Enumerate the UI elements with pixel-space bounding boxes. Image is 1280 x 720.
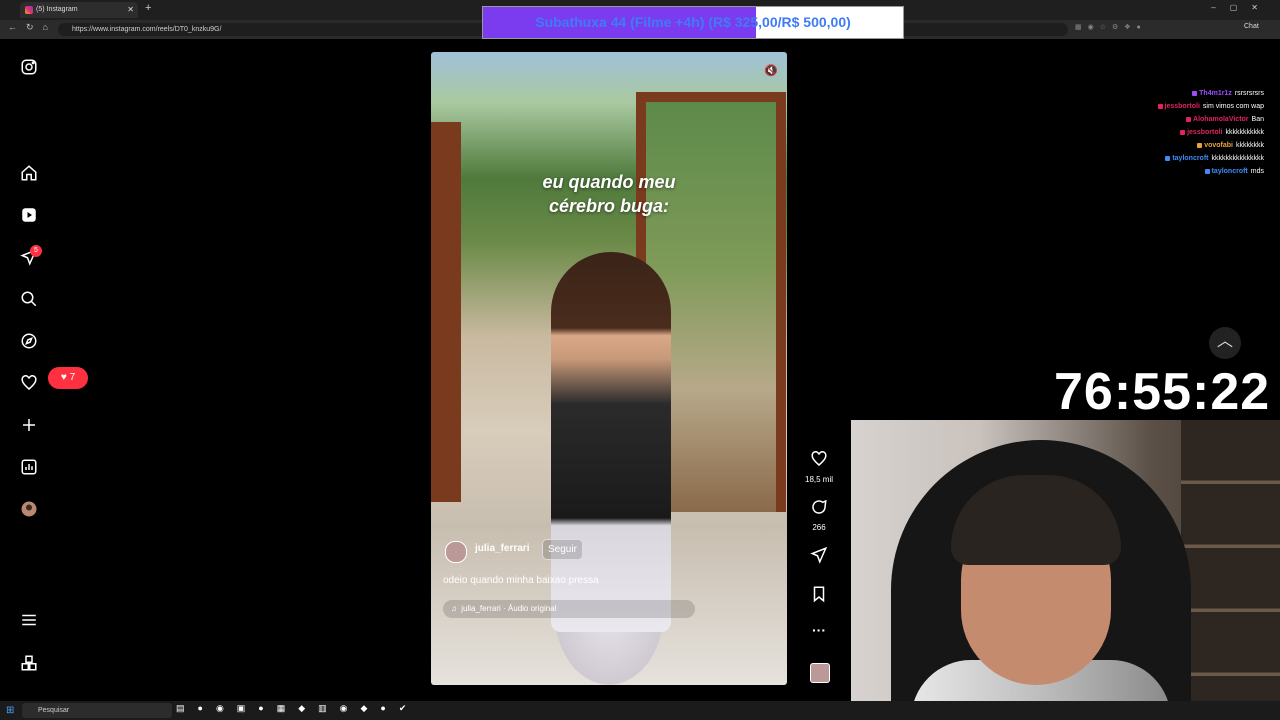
author-avatar[interactable]: [445, 541, 467, 563]
instagram-favicon-icon: [25, 6, 33, 14]
search-icon[interactable]: [19, 289, 39, 309]
chat-badge-icon: [1192, 90, 1198, 96]
chat-text: Ban: [1251, 116, 1264, 123]
menu-icon[interactable]: [19, 610, 39, 630]
browser-tab[interactable]: (5) Instagram ✕: [20, 2, 138, 18]
follow-button[interactable]: Seguir: [542, 539, 583, 560]
chat-username: AlohamolaVictor: [1193, 116, 1249, 123]
webcam-shelf: [1181, 420, 1280, 720]
tab-title: (5) Instagram: [36, 6, 78, 13]
profile-avatar[interactable]: [19, 499, 39, 519]
chat-message: tayloncroft kkkkkkkkkkkkkkk: [1044, 152, 1264, 165]
close-tab-icon[interactable]: ✕: [127, 2, 134, 18]
chat-badge-icon: [1180, 129, 1186, 135]
chat-text: kkkkkkkk: [1236, 142, 1264, 149]
share-action[interactable]: [805, 546, 833, 569]
chevron-up-icon: ︿: [1216, 333, 1233, 350]
heart-icon[interactable]: [19, 373, 39, 393]
chat-username: Th4m1r1z: [1199, 90, 1232, 97]
subathon-timer: 76:55:22: [1054, 363, 1271, 421]
chat-username: tayloncroft: [1211, 168, 1248, 175]
stream-chat-overlay: Th4m1r1z rsrsrsrsrs jessbortoli sim vimos c…: [1044, 87, 1264, 178]
chat-message: tayloncroft mds: [1044, 165, 1264, 178]
explore-icon[interactable]: [19, 331, 39, 351]
navigation-buttons[interactable]: ←↻⌂: [8, 22, 57, 33]
share-icon: [810, 546, 828, 564]
comment-action[interactable]: 266: [805, 498, 833, 532]
dashboard-icon[interactable]: [19, 457, 39, 477]
reels-icon[interactable]: [19, 205, 39, 225]
likes-count: 7: [69, 372, 76, 383]
more-apps-icon[interactable]: [19, 653, 39, 673]
more-options-icon[interactable]: ···: [805, 622, 833, 638]
chat-message: Th4m1r1z rsrsrsrsrs: [1044, 87, 1264, 100]
like-action[interactable]: 18,5 mil: [805, 450, 833, 484]
taskbar-search[interactable]: Pesquisar: [22, 703, 172, 718]
new-tab-icon[interactable]: +: [145, 2, 151, 14]
chat-badge-icon: [1157, 103, 1163, 109]
url-text: https://www.instagram.com/reels/DT0_knzk…: [72, 26, 222, 33]
chat-button[interactable]: Chat: [1244, 23, 1259, 30]
chat-username: tayloncroft: [1172, 155, 1209, 162]
chat-message: jessbortoli kkkkkkkkkkk: [1044, 126, 1264, 139]
comment-count: 266: [812, 523, 826, 532]
chat-badge-icon: [1186, 116, 1192, 122]
chat-badge-icon: [1165, 155, 1171, 161]
chat-message: jessbortoli sim vimos com wap: [1044, 100, 1264, 113]
like-count: 18,5 mil: [805, 475, 834, 484]
likes-notification-pill[interactable]: ♥ 7: [48, 367, 88, 389]
reel-description: odeio quando minha baixao pressa: [443, 575, 599, 586]
chat-badge-icon: [1197, 142, 1203, 148]
chat-text: mds: [1250, 168, 1264, 175]
audio-label: julia_ferrari · Áudio original: [461, 604, 557, 613]
video-caption-line1: eu quando meu: [542, 172, 676, 192]
music-note-icon: ♫: [451, 604, 457, 613]
save-action[interactable]: [805, 585, 833, 608]
notifications-badge: 5: [30, 245, 42, 257]
create-icon[interactable]: [19, 415, 39, 435]
extension-icons[interactable]: ▦◉☆⚙❖●: [1075, 23, 1235, 36]
video-caption-line2: cérebro buga:: [548, 196, 670, 216]
like-heart-icon: [811, 451, 827, 466]
bookmark-icon: [813, 586, 825, 603]
mute-icon[interactable]: 🔇: [764, 64, 778, 77]
chat-message: AlohamolaVictor Ban: [1044, 113, 1264, 126]
heart-filled-icon: ♥: [60, 372, 67, 383]
video-caption: eu quando meu cérebro buga:: [431, 170, 787, 218]
instagram-logo-icon[interactable]: [19, 57, 39, 77]
chat-badge-icon: [1204, 168, 1210, 174]
chat-message: vovofabi kkkkkkkk: [1044, 139, 1264, 152]
window-controls[interactable]: –▢✕: [1211, 3, 1272, 12]
donation-goal-bar: Subathuxa 44 (Filme +4h) (R$ 325,00/R$ 5…: [482, 6, 904, 39]
author-username[interactable]: julia_ferrari: [475, 543, 529, 554]
goal-text: Subathuxa 44 (Filme +4h) (R$ 325,00/R$ 5…: [535, 14, 851, 30]
chat-username: jessbortoli: [1187, 129, 1223, 136]
taskbar-app-icons[interactable]: ▤●◉▣●▦◆▥◉◆●✔: [176, 703, 419, 714]
audio-link[interactable]: ♫ julia_ferrari · Áudio original: [443, 600, 695, 618]
reel-video[interactable]: eu quando meu cérebro buga: 🔇 julia_ferr…: [431, 52, 787, 685]
chat-username: vovofabi: [1204, 142, 1233, 149]
home-icon[interactable]: [19, 163, 39, 183]
scroll-up-button[interactable]: ︿: [1209, 327, 1241, 359]
audio-thumbnail[interactable]: [810, 663, 830, 683]
comment-icon: [812, 499, 827, 514]
chat-text: kkkkkkkkkkkkkkk: [1211, 155, 1265, 162]
chat-text: rsrsrsrsrs: [1234, 90, 1264, 97]
chat-text: kkkkkkkkkkk: [1225, 129, 1265, 136]
windows-start-icon[interactable]: ⊞: [6, 705, 14, 716]
taskbar-search-text: Pesquisar: [38, 707, 70, 714]
chat-username: jessbortoli: [1164, 103, 1200, 110]
webcam-feed: [851, 420, 1280, 720]
chat-text: sim vimos com wap: [1202, 103, 1264, 110]
